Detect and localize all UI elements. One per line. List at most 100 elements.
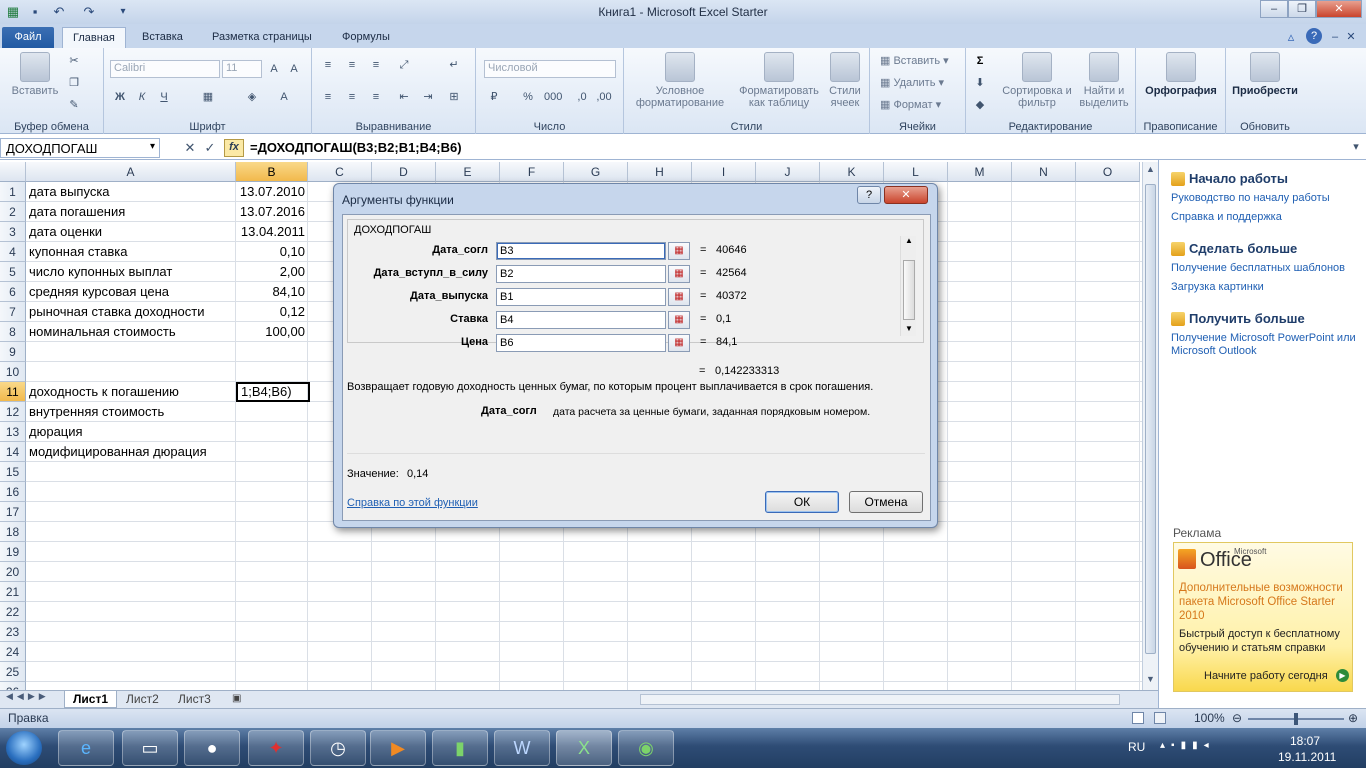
- column-header-J[interactable]: J: [756, 162, 820, 182]
- range-collapse-icon[interactable]: ▦: [668, 265, 690, 283]
- cell-A14[interactable]: модифицированная дюрация: [26, 442, 236, 462]
- insert-cells-button[interactable]: ▦ Вставить ▾: [880, 54, 949, 67]
- arg-input[interactable]: B4: [496, 311, 666, 329]
- link-free-templates[interactable]: Получение бесплатных шаблонов: [1171, 262, 1361, 275]
- args-scrollbar[interactable]: ▲ ▼: [900, 236, 916, 336]
- language-indicator[interactable]: RU: [1128, 740, 1145, 754]
- format-as-table-button[interactable]: Форматировать как таблицу: [734, 52, 824, 109]
- pin-icon[interactable]: ✦: [248, 730, 304, 766]
- clock-app-icon[interactable]: ◷: [310, 730, 366, 766]
- cell-B2[interactable]: 13.07.2016: [236, 202, 308, 222]
- word-icon[interactable]: W: [494, 730, 550, 766]
- tray-icons[interactable]: ▴▪▮▮◂: [1160, 740, 1215, 751]
- row-header-24[interactable]: 24: [0, 642, 26, 662]
- column-header-I[interactable]: I: [692, 162, 756, 182]
- cell-B11-editing[interactable]: 1;B4;B6): [236, 382, 310, 402]
- page-layout-view-icon[interactable]: [1154, 712, 1166, 724]
- sheet-nav-icon[interactable]: ◀◀▶▶: [6, 691, 50, 702]
- autosum-icon[interactable]: Σ: [972, 54, 988, 68]
- fill-color-icon[interactable]: ◈: [244, 90, 260, 104]
- link-powerpoint-outlook[interactable]: Получение Microsoft PowerPoint или Micro…: [1171, 332, 1361, 358]
- select-all-corner[interactable]: [0, 162, 26, 182]
- sheet-tab-3[interactable]: Лист3: [170, 691, 219, 708]
- minimize-ribbon-icon[interactable]: ▵: [1282, 28, 1300, 46]
- excel-taskbar-icon[interactable]: X: [556, 730, 612, 766]
- new-sheet-icon[interactable]: ▣: [224, 691, 249, 708]
- column-header-D[interactable]: D: [372, 162, 436, 182]
- row-header-9[interactable]: 9: [0, 342, 26, 362]
- range-collapse-icon[interactable]: ▦: [668, 288, 690, 306]
- underline-icon[interactable]: Ч: [156, 90, 172, 104]
- function-help-link[interactable]: Справка по этой функции: [347, 497, 478, 509]
- copy-icon[interactable]: ❐: [66, 76, 82, 90]
- row-header-20[interactable]: 20: [0, 562, 26, 582]
- align-top-icon[interactable]: ≡: [320, 58, 336, 72]
- align-middle-icon[interactable]: ≡: [344, 58, 360, 72]
- vertical-scrollbar[interactable]: ▲ ▼: [1142, 162, 1158, 690]
- cell-B4[interactable]: 0,10: [236, 242, 308, 262]
- cell-B5[interactable]: 2,00: [236, 262, 308, 282]
- align-bottom-icon[interactable]: ≡: [368, 58, 384, 72]
- cancel-entry-icon[interactable]: ✕: [182, 141, 198, 155]
- media-player-icon[interactable]: ▶: [370, 730, 426, 766]
- row-header-16[interactable]: 16: [0, 482, 26, 502]
- fill-icon[interactable]: ⬇: [972, 76, 988, 90]
- row-header-25[interactable]: 25: [0, 662, 26, 682]
- grow-font-icon[interactable]: A: [266, 62, 282, 76]
- row-header-18[interactable]: 18: [0, 522, 26, 542]
- find-select-button[interactable]: Найти и выделить: [1074, 52, 1134, 109]
- clock-time[interactable]: 18:07: [1290, 734, 1320, 748]
- font-size-combo[interactable]: 11: [222, 60, 262, 78]
- zoom-level[interactable]: 100%: [1194, 711, 1225, 725]
- spelling-button[interactable]: Орфография: [1140, 52, 1222, 97]
- cancel-button[interactable]: Отмена: [849, 491, 923, 513]
- orientation-icon[interactable]: ⤢: [396, 58, 412, 72]
- gadget-icon[interactable]: ▮: [432, 730, 488, 766]
- row-header-3[interactable]: 3: [0, 222, 26, 242]
- formula-input[interactable]: =ДОХОДПОГАШ(B3;B2;B1;B4;B6): [250, 140, 462, 155]
- ad-banner[interactable]: Office Microsoft Дополнительные возможно…: [1173, 542, 1353, 692]
- tab-insert[interactable]: Вставка: [132, 27, 193, 48]
- column-header-K[interactable]: K: [820, 162, 884, 182]
- column-header-B[interactable]: B: [236, 162, 308, 182]
- name-box[interactable]: ДОХОДПОГАШ ▾: [0, 138, 160, 158]
- column-header-G[interactable]: G: [564, 162, 628, 182]
- column-header-E[interactable]: E: [436, 162, 500, 182]
- cell-A12[interactable]: внутренняя стоимость: [26, 402, 236, 422]
- tab-file[interactable]: Файл: [2, 27, 54, 48]
- currency-icon[interactable]: ₽: [486, 90, 502, 104]
- column-header-F[interactable]: F: [500, 162, 564, 182]
- row-header-8[interactable]: 8: [0, 322, 26, 342]
- dialog-close-button[interactable]: ✕: [884, 186, 928, 204]
- scroll-down-icon[interactable]: ▼: [1146, 674, 1155, 684]
- range-collapse-icon[interactable]: ▦: [668, 311, 690, 329]
- zoom-slider-thumb[interactable]: [1294, 713, 1298, 725]
- tab-formulas[interactable]: Формулы: [332, 27, 400, 48]
- font-name-combo[interactable]: Calibri: [110, 60, 220, 78]
- range-collapse-icon[interactable]: ▦: [668, 242, 690, 260]
- delete-cells-button[interactable]: ▦ Удалить ▾: [880, 76, 944, 89]
- cell-A11[interactable]: доходность к погашению: [26, 382, 236, 402]
- row-header-6[interactable]: 6: [0, 282, 26, 302]
- arg-input[interactable]: B3: [496, 242, 666, 260]
- cell-A1[interactable]: дата выпуска: [26, 182, 236, 202]
- column-header-L[interactable]: L: [884, 162, 948, 182]
- arg-input[interactable]: B1: [496, 288, 666, 306]
- explorer-icon[interactable]: ▭: [122, 730, 178, 766]
- arg-input[interactable]: B2: [496, 265, 666, 283]
- user-icon[interactable]: ●: [184, 730, 240, 766]
- horizontal-scrollbar[interactable]: [640, 694, 1120, 705]
- tab-page-layout[interactable]: Разметка страницы: [202, 27, 322, 48]
- start-button-icon[interactable]: [6, 731, 42, 765]
- ok-button[interactable]: ОК: [765, 491, 839, 513]
- cell-B7[interactable]: 0,12: [236, 302, 308, 322]
- percent-icon[interactable]: %: [520, 90, 536, 104]
- format-painter-icon[interactable]: ✎: [66, 98, 82, 112]
- number-format-combo[interactable]: Числовой: [484, 60, 616, 78]
- ie-icon[interactable]: e: [58, 730, 114, 766]
- zoom-in-icon[interactable]: ⊕: [1348, 711, 1358, 725]
- row-header-4[interactable]: 4: [0, 242, 26, 262]
- arg-input[interactable]: B6: [496, 334, 666, 352]
- tab-home[interactable]: Главная: [62, 27, 126, 48]
- merge-cells-icon[interactable]: ⊞: [446, 90, 462, 104]
